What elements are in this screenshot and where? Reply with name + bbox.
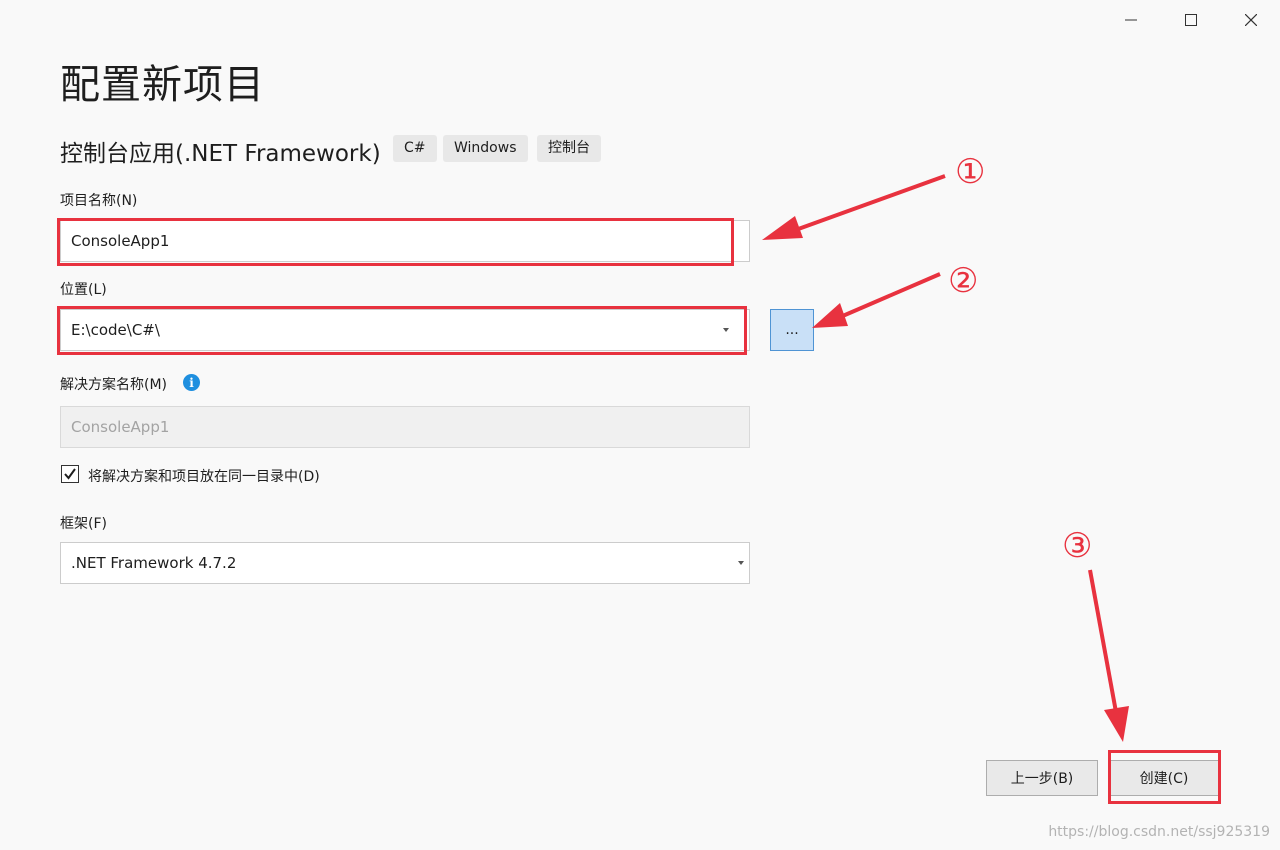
arrow-1	[762, 174, 946, 240]
watermark: https://blog.csdn.net/ssj925319	[1048, 824, 1270, 840]
arrow-2	[812, 272, 941, 328]
annotation-arrows	[762, 174, 1129, 742]
arrow-3	[1088, 569, 1129, 742]
